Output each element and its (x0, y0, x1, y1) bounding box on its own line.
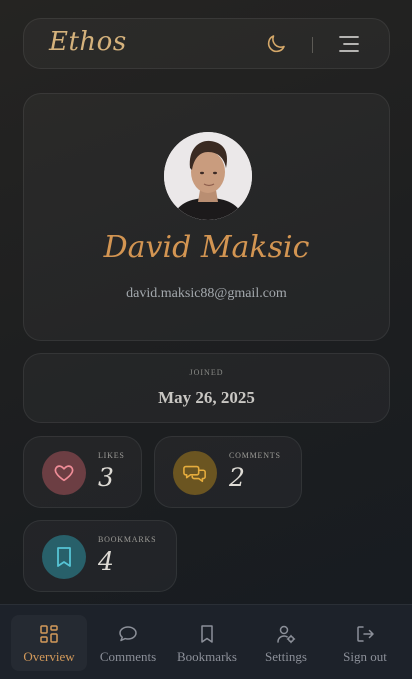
bookmarks-stat-card[interactable]: BOOKMARKS 4 (23, 520, 177, 592)
profile-email: david.maksic88@gmail.com (126, 286, 287, 301)
comments-stat-card[interactable]: COMMENTS 2 (154, 436, 302, 508)
nav-label-settings: Settings (265, 649, 307, 664)
heart-icon (54, 465, 74, 482)
top-header: Ethos (23, 18, 390, 69)
likes-icon-circle (42, 451, 86, 495)
nav-item-comments[interactable]: Comments (90, 615, 166, 671)
sign-out-icon (357, 626, 374, 642)
chat-bubbles-icon (183, 465, 206, 483)
bookmarks-icon-circle (42, 535, 86, 579)
profile-card: David Maksic david.maksic88@gmail.com (23, 93, 390, 341)
comments-label: COMMENTS (229, 451, 281, 460)
nav-label-overview: Overview (23, 649, 75, 664)
likes-value: 3 (98, 463, 114, 492)
nav-item-settings[interactable]: Settings (248, 615, 324, 671)
comment-icon (119, 626, 137, 642)
profile-name: David Maksic (103, 230, 310, 265)
avatar (164, 132, 252, 220)
joined-card: JOINED May 26, 2025 (23, 353, 390, 423)
nav-label-sign-out: Sign out (343, 649, 387, 664)
user-settings-icon (277, 625, 296, 644)
likes-label: LIKES (98, 451, 125, 460)
app-logo[interactable]: Ethos (49, 27, 127, 57)
nav-item-bookmarks[interactable]: Bookmarks (169, 615, 245, 671)
bookmarks-label: BOOKMARKS (98, 535, 157, 544)
moon-icon[interactable] (264, 32, 288, 56)
dashboard-grid-icon (40, 625, 58, 643)
likes-stat-card[interactable]: LIKES 3 (23, 436, 142, 508)
nav-item-sign-out[interactable]: Sign out (327, 615, 403, 671)
joined-label: JOINED (189, 368, 224, 377)
nav-label-comments: Comments (99, 649, 157, 664)
nav-item-overview[interactable]: Overview (11, 615, 87, 671)
header-divider (312, 37, 313, 53)
joined-date: May 26, 2025 (158, 388, 255, 407)
nav-label-bookmarks: Bookmarks (177, 649, 237, 664)
bookmarks-value: 4 (98, 547, 114, 576)
bookmark-icon (57, 547, 71, 567)
bottom-nav: Overview Comments Bookmarks Settings Sig… (0, 604, 412, 679)
hamburger-menu-icon[interactable] (339, 35, 359, 53)
comments-value: 2 (229, 463, 245, 492)
user-avatar-photo (164, 132, 252, 220)
bookmark-icon (201, 625, 213, 643)
comments-icon-circle (173, 451, 217, 495)
